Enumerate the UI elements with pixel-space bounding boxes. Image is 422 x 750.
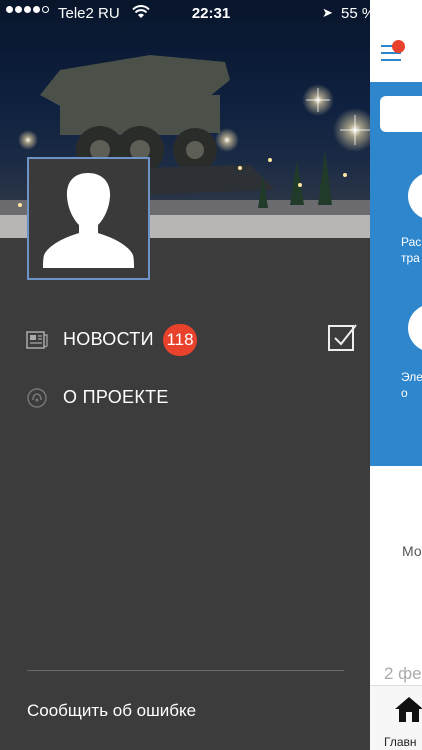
info-icon bbox=[27, 388, 47, 408]
tab-bar: Главн bbox=[370, 685, 422, 750]
navigation-drawer: НОВОСТИ 118 О ПРОЕКТЕ Сообщить об ошибке bbox=[0, 0, 370, 750]
search-input[interactable] bbox=[380, 96, 422, 132]
menu-item-label: НОВОСТИ bbox=[63, 329, 154, 349]
home-icon[interactable] bbox=[394, 695, 422, 723]
report-error-link[interactable]: Сообщить об ошибке bbox=[27, 701, 196, 721]
avatar[interactable] bbox=[27, 157, 150, 280]
date-partial: 2 фе bbox=[384, 664, 422, 683]
newspaper-icon bbox=[26, 331, 48, 349]
location-arrow-icon: ➤ bbox=[322, 5, 333, 20]
tile-circle-icon[interactable] bbox=[408, 304, 422, 352]
divider bbox=[27, 670, 344, 671]
main-screen-peek[interactable]: Рас тра Эле о Мо 2 фе Главн bbox=[370, 0, 422, 750]
status-bar: Tele2 RU 22:31 ➤ 55 % bbox=[0, 0, 422, 28]
menu-item-about[interactable]: О ПРОЕКТЕ bbox=[0, 376, 370, 420]
battery-percentage: 55 % bbox=[341, 5, 376, 22]
notification-dot bbox=[392, 40, 405, 53]
content-text-partial: Мо bbox=[402, 543, 422, 559]
tab-home-label[interactable]: Главн bbox=[384, 735, 417, 749]
tile-label[interactable]: Эле о bbox=[401, 369, 422, 401]
mark-read-checkbox-icon[interactable] bbox=[326, 321, 358, 353]
tile-label[interactable]: Рас тра bbox=[401, 234, 422, 266]
battery-icon bbox=[382, 7, 413, 21]
unread-count-badge: 118 bbox=[163, 324, 197, 356]
tile-circle-icon[interactable] bbox=[408, 172, 422, 220]
menu-item-label: О ПРОЕКТЕ bbox=[63, 387, 169, 407]
user-silhouette-icon bbox=[43, 173, 134, 268]
menu-item-news[interactable]: НОВОСТИ 118 bbox=[0, 318, 370, 362]
